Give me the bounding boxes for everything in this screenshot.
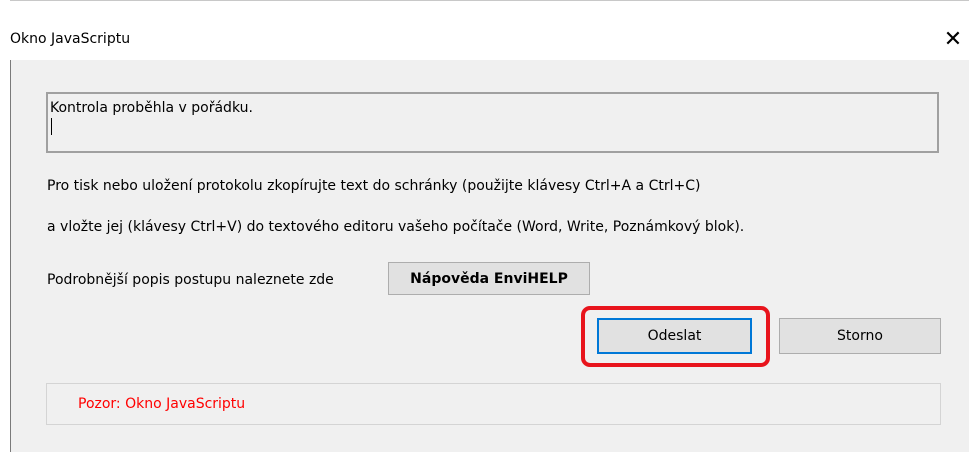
send-button[interactable]: Odeslat — [597, 318, 752, 354]
help-label: Podrobnější popis postupu naleznete zde — [47, 272, 334, 288]
close-icon[interactable]: ✕ — [937, 23, 969, 55]
dialog-left-border — [10, 60, 11, 452]
window-title: Okno JavaScriptu — [10, 31, 131, 47]
javascript-dialog: Okno JavaScriptu ✕ Kontrola proběhla v p… — [10, 0, 969, 452]
instruction-line-1: Pro tisk nebo uložení protokolu zkopíruj… — [47, 178, 701, 194]
message-textarea[interactable]: Kontrola proběhla v pořádku. — [46, 92, 939, 153]
title-bar: Okno JavaScriptu ✕ — [10, 0, 969, 60]
warning-status-bar: Pozor: Okno JavaScriptu — [46, 383, 941, 425]
warning-text: Pozor: Okno JavaScriptu — [78, 396, 246, 412]
help-button[interactable]: Nápověda EnviHELP — [388, 262, 590, 295]
instruction-line-2: a vložte jej (klávesy Ctrl+V) do textové… — [47, 219, 745, 235]
cancel-button[interactable]: Storno — [779, 318, 941, 354]
message-text: Kontrola proběhla v pořádku. — [50, 100, 253, 116]
text-caret — [51, 118, 52, 135]
